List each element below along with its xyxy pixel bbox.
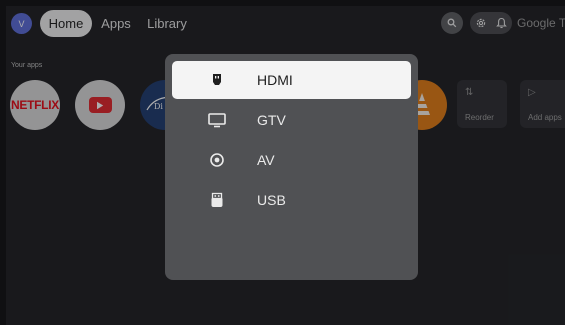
input-source-dialog: HDMI GTV AV USB (165, 54, 418, 280)
input-option-av-label: AV (257, 152, 275, 168)
av-icon (210, 153, 224, 167)
input-option-hdmi-label: HDMI (257, 72, 293, 88)
input-option-usb-label: USB (257, 192, 286, 208)
hdmi-icon (213, 74, 221, 85)
tv-icon (208, 113, 226, 128)
tv-home-screen: V Home Apps Library Google TV Your apps … (0, 0, 565, 325)
input-option-gtv-label: GTV (257, 112, 286, 128)
input-option-gtv[interactable]: GTV (172, 101, 411, 139)
usb-icon (211, 192, 223, 207)
input-option-av[interactable]: AV (172, 141, 411, 179)
input-option-usb[interactable]: USB (172, 181, 411, 219)
input-option-hdmi[interactable]: HDMI (172, 61, 411, 99)
